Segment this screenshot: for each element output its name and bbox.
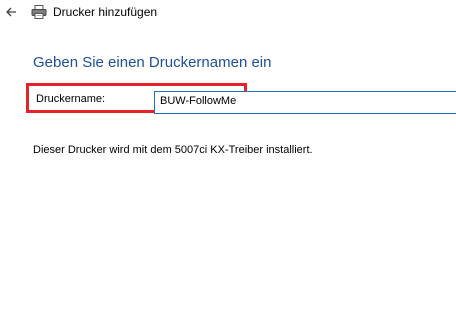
window-title: Drucker hinzufügen [53, 5, 158, 19]
page-heading: Geben Sie einen Druckernamen ein [33, 54, 272, 71]
back-arrow-icon [6, 7, 16, 17]
back-button[interactable] [4, 5, 18, 19]
printer-name-input[interactable]: BUW-FollowMe [154, 91, 456, 114]
title-bar: Drucker hinzufügen [0, 0, 456, 30]
driver-info-text: Dieser Drucker wird mit dem 5007ci KX-Tr… [33, 144, 313, 156]
printer-name-label: Druckername: [36, 93, 106, 105]
printer-icon [31, 5, 47, 19]
